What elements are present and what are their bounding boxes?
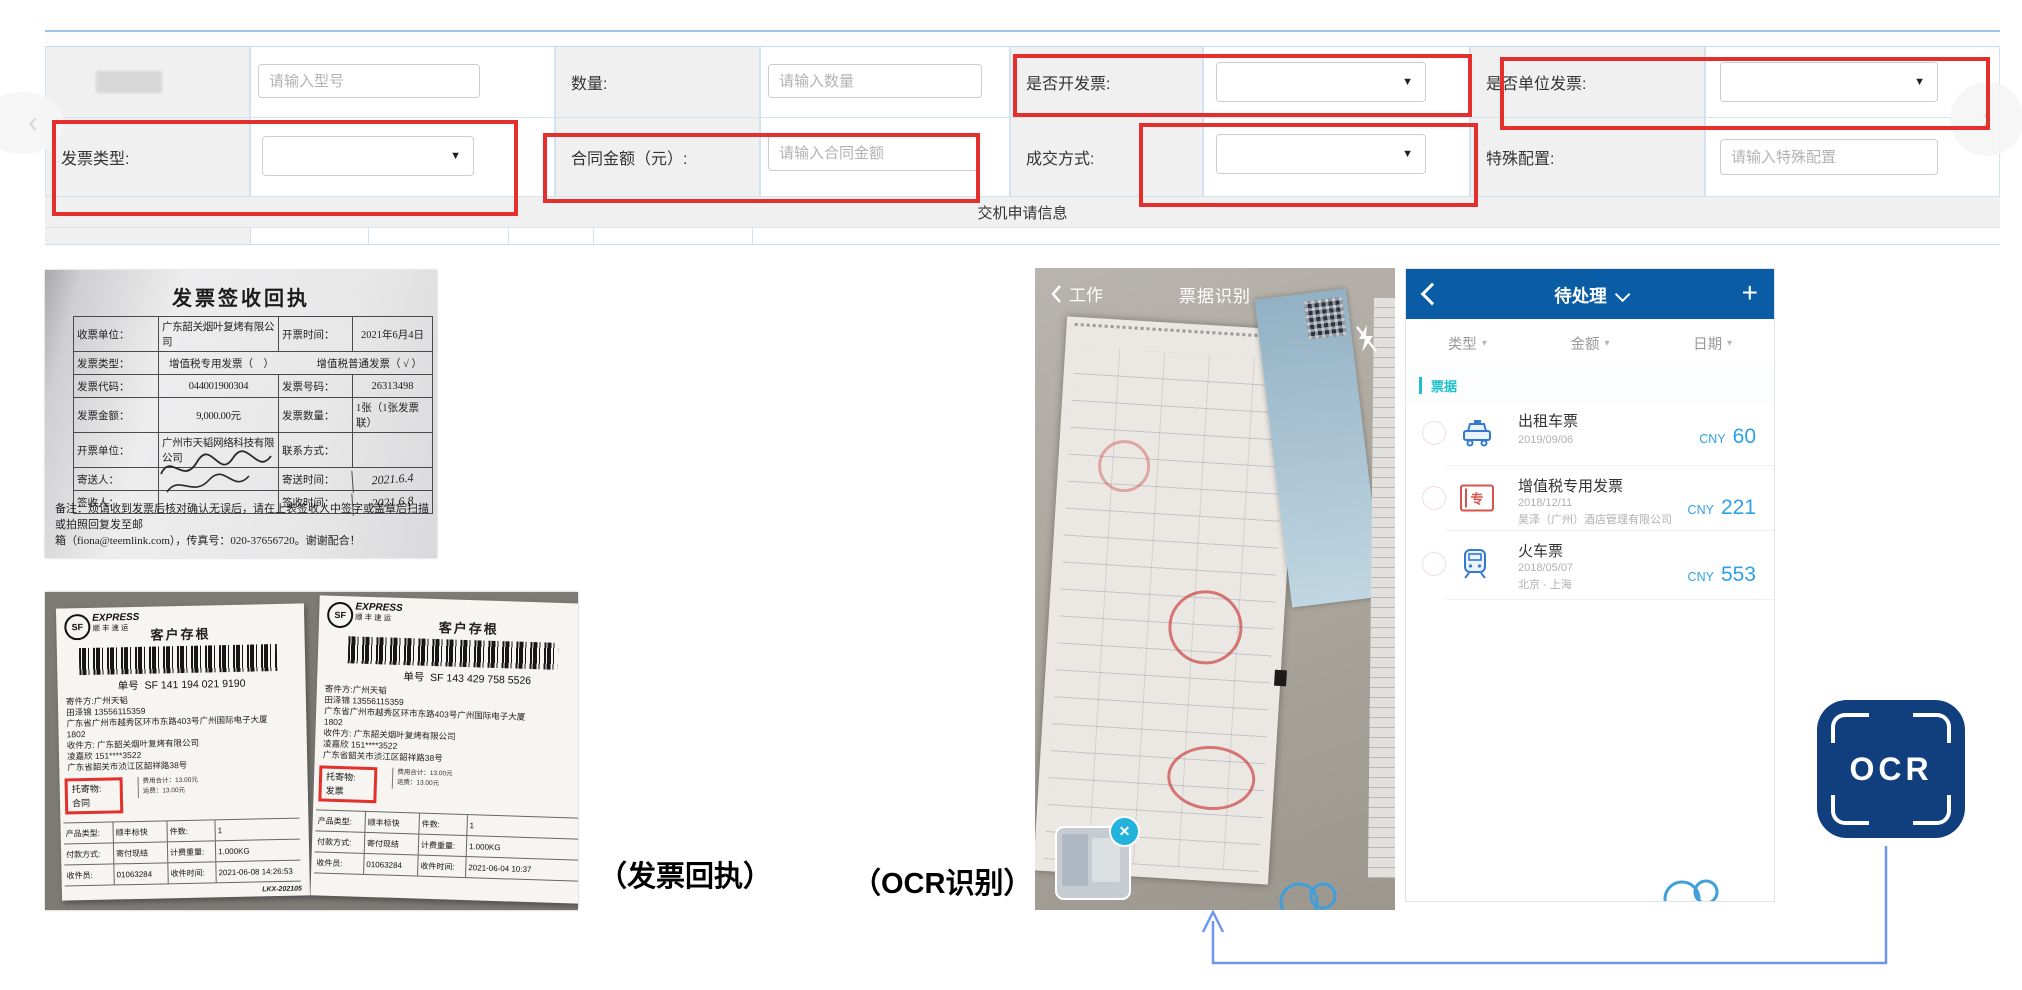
taxi-icon — [1460, 419, 1494, 447]
radio-circle[interactable] — [1422, 486, 1446, 510]
highlight-box-contract-amount — [543, 133, 980, 203]
ocr-label: OCR — [1817, 700, 1965, 838]
special-config-input[interactable] — [1720, 139, 1938, 175]
stub-grid: 产品类型:顺丰标快件数:1 付款方式:寄付现结计费重量:1.000KG 收件员:… — [314, 809, 578, 882]
field-label-quantity: 数量: — [555, 47, 760, 118]
signature-scribble — [153, 446, 283, 502]
highlight-box-invoice-type — [52, 120, 518, 216]
model-input[interactable] — [258, 64, 480, 98]
section-header: 票据 — [1406, 367, 1774, 403]
next-section-row — [45, 228, 2000, 245]
list-item-vat-invoice[interactable]: 专 增值税专用发票 2018/12/11 昊泽（广州）酒店管理有限公司 CNY2… — [1406, 466, 1774, 530]
stub-grid: 产品类型:顺丰标快件数:1 付款方式:寄付现结计费重量:1.000KG 收件员:… — [63, 818, 300, 887]
quantity-input[interactable] — [768, 64, 982, 98]
radio-circle[interactable] — [1422, 552, 1446, 576]
clip — [1274, 670, 1287, 687]
chevron-down-icon — [1615, 287, 1631, 303]
consignment-red-box: 托寄物:发票 — [318, 765, 377, 803]
receipt-note: 备注：烦请收到发票后核对确认无误后，请在上表签收人中签字或盖章后扫描或拍照回复发… — [55, 502, 431, 550]
address-block: 寄件方:广州天韬田泽锦 13556115359 广东省广州市越秀区环市东路403… — [66, 692, 298, 774]
pending-list-screen: 待处理 + 类型▾ 金额▾ 日期▾ 票据 出租车票 2019/09/06 CNY… — [1405, 268, 1775, 902]
train-icon — [1460, 548, 1490, 580]
list-title[interactable]: 待处理 — [1406, 283, 1774, 308]
waybill-number: SF 143 429 758 5526 — [430, 672, 531, 687]
list-header: 待处理 + — [1406, 269, 1774, 319]
flash-off-icon[interactable] — [1353, 324, 1379, 354]
highlight-box-deal-method — [1139, 123, 1478, 207]
list-item-train[interactable]: 火车票 2018/05/07 北京 - 上海 CNY553 — [1406, 531, 1774, 597]
filter-type[interactable]: 类型▾ — [1406, 319, 1529, 367]
address-block: 寄件方:广州天韬田泽锦 13556115359 广东省广州市越秀区环市东路403… — [323, 684, 555, 769]
waybill-stub-contract: SF EXPRESS顺丰速运 客户存根 单号 SF 141 194 021 91… — [56, 603, 310, 900]
invoice-receipt-photo: 发票签收回执 收票单位：广东韶关烟叶复烤有限公司开票时间：2021年6月4日 发… — [45, 270, 437, 558]
list-item-taxi[interactable]: 出租车票 2019/09/06 CNY60 — [1406, 401, 1774, 465]
caption-invoice-receipt: （发票回执） — [598, 853, 772, 895]
filter-date[interactable]: 日期▾ — [1651, 319, 1774, 367]
stub-title: 客户存根 — [56, 621, 304, 645]
photographed-invoice — [1035, 316, 1302, 884]
chevron-down-icon: ▾ — [1727, 338, 1732, 349]
waybill-number: SF 141 194 021 9190 — [144, 678, 245, 692]
add-icon[interactable]: + — [1742, 277, 1758, 309]
page: 数量: 是否开发票: 是否单位发票: 发票类型: 合同金额（元）: 成交方式: … — [0, 0, 2022, 990]
barcode — [348, 636, 559, 670]
consignment-red-box: 托寄物:合同 — [65, 777, 124, 814]
ocr-button[interactable]: OCR — [1817, 700, 1965, 838]
highlight-box-invoice-needed — [1013, 54, 1472, 117]
filter-amount[interactable]: 金额▾ — [1529, 319, 1652, 367]
vat-invoice-icon: 专 — [1460, 485, 1494, 512]
sf-waybills-photo: SF EXPRESS顺丰速运 客户存根 单号 SF 141 194 021 91… — [45, 592, 578, 910]
redacted-label — [96, 71, 162, 93]
remove-thumbnail-icon[interactable]: ✕ — [1109, 816, 1140, 847]
receipt-strip — [1368, 298, 1395, 878]
cloud-icon — [1654, 865, 1738, 902]
caption-ocr: （OCR识别） — [852, 860, 1032, 902]
radio-circle[interactable] — [1422, 421, 1446, 445]
form-header-strip — [45, 30, 2000, 47]
barcode — [79, 644, 278, 675]
stub-code: LKX-202105 — [262, 886, 302, 894]
cloud-icon — [1267, 864, 1357, 910]
section-title: 交机申请信息 — [977, 202, 1067, 223]
highlight-box-unit-invoice — [1500, 57, 1990, 130]
chevron-down-icon: ▾ — [1604, 338, 1609, 349]
receipt-title: 发票签收回执 — [45, 282, 437, 311]
camera-title: 票据识别 — [1035, 282, 1395, 307]
camera-screen: 工作 票据识别 ✕ — [1035, 268, 1395, 910]
filter-row: 类型▾ 金额▾ 日期▾ — [1406, 319, 1774, 368]
camera-topbar: 工作 票据识别 — [1035, 268, 1395, 314]
fees: 费用合计：13.00元运费：13.00元 — [138, 776, 199, 798]
fees: 费用合计：13.00元运费：13.00元 — [392, 768, 453, 791]
field-label-model — [45, 47, 250, 118]
waybill-stub-invoice: SF EXPRESS顺丰速运 客户存根 单号 SF 143 429 758 55… — [310, 595, 578, 904]
chevron-down-icon: ▾ — [1482, 338, 1487, 349]
